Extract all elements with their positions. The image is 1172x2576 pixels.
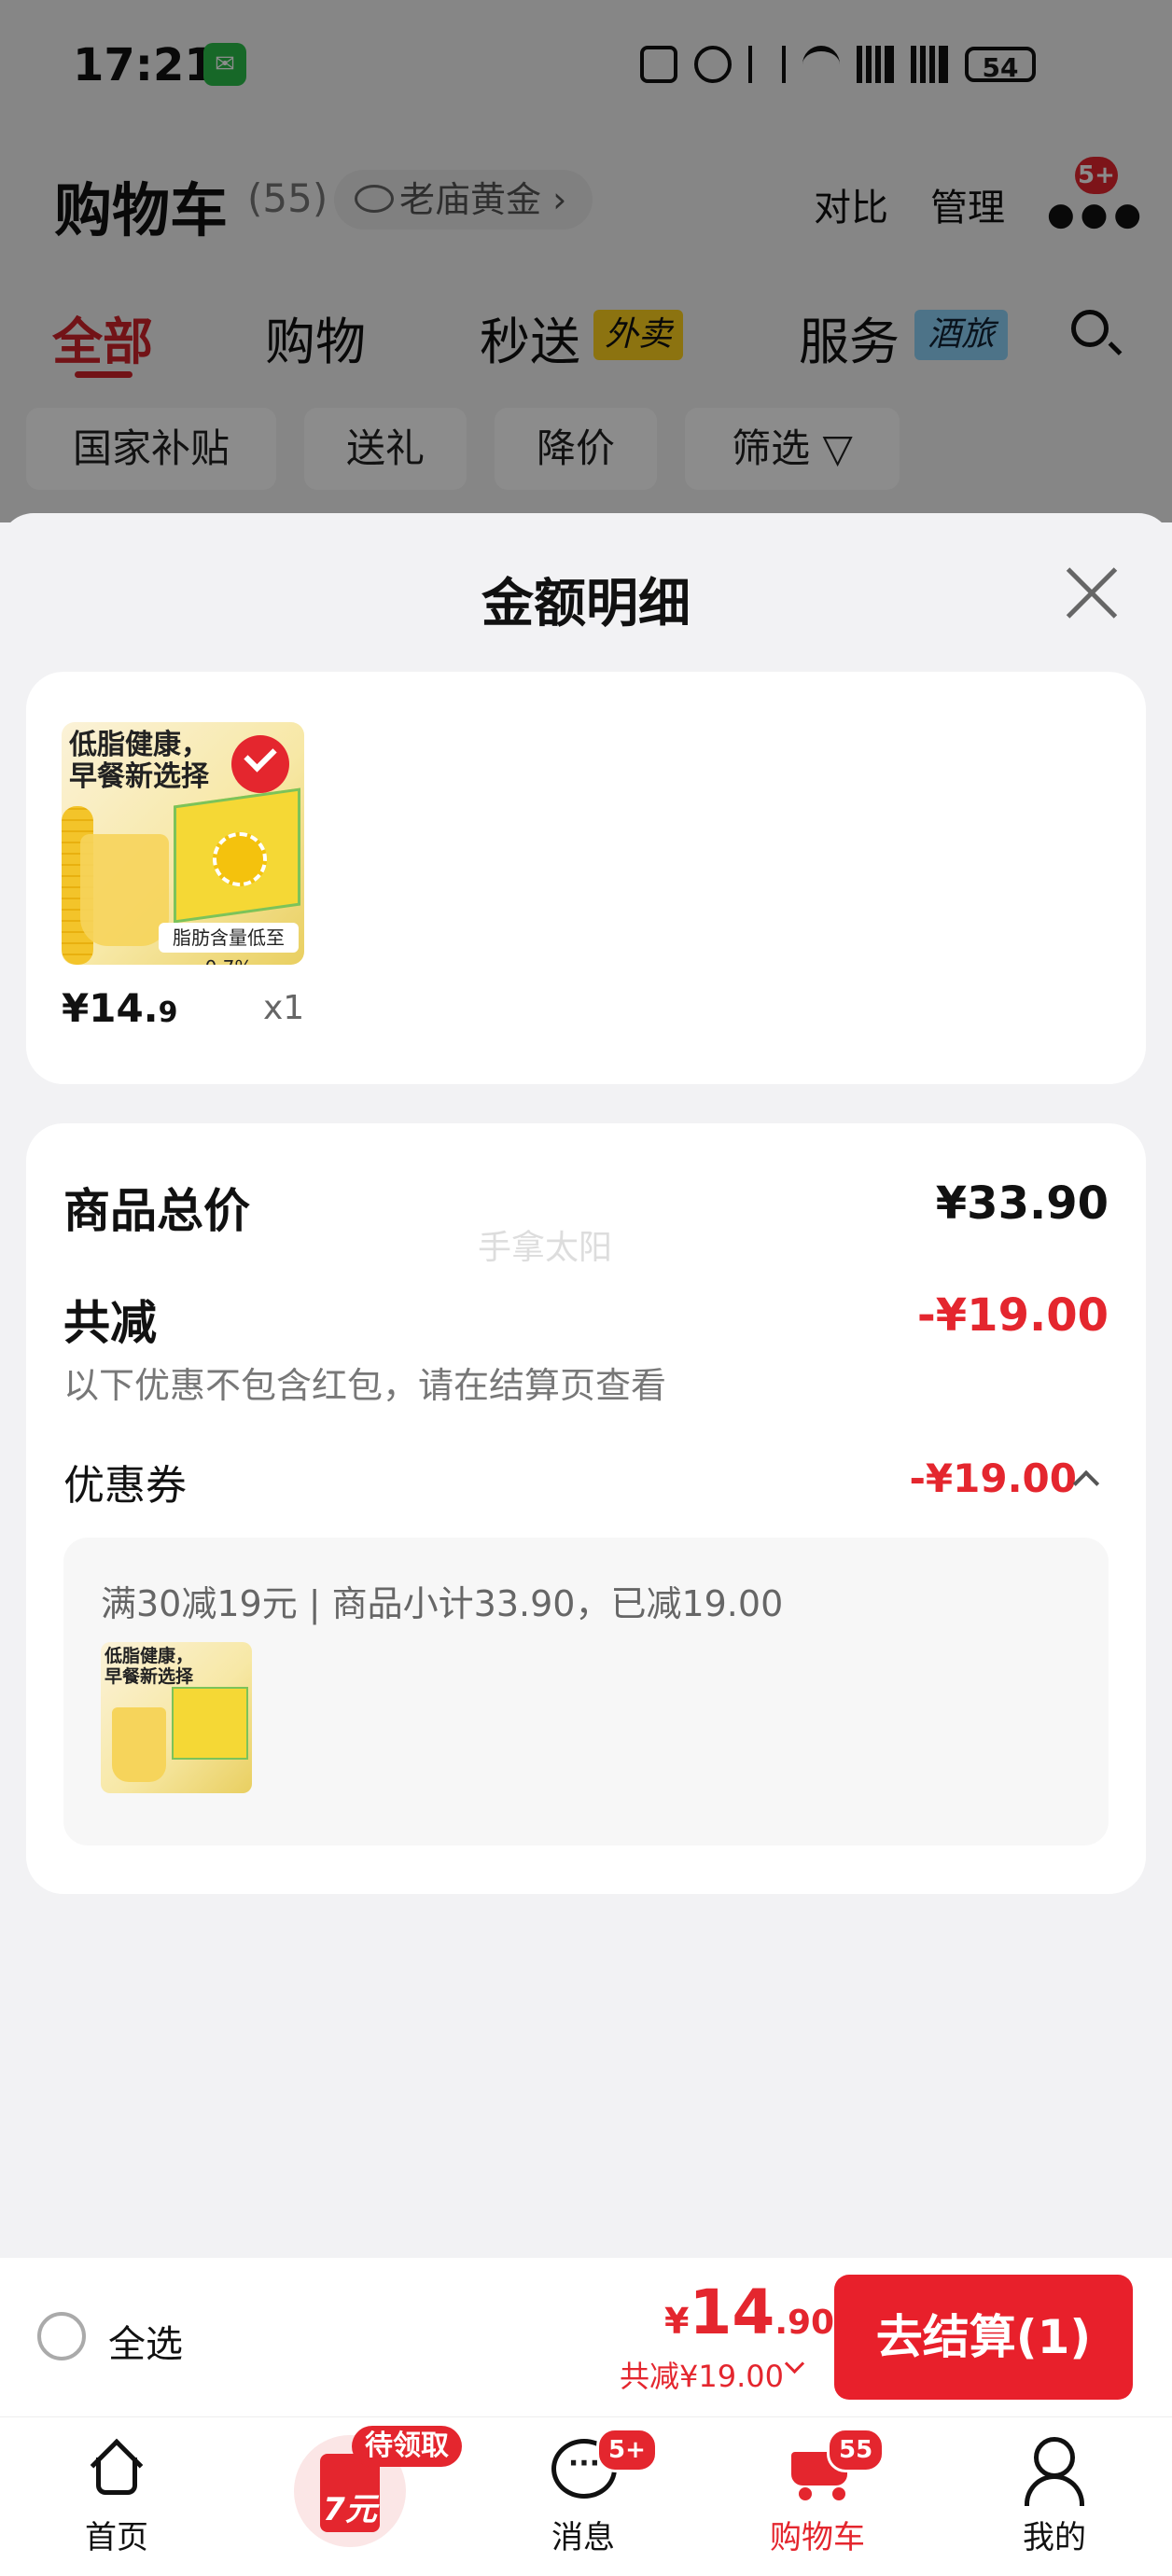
red-packet-tag: 待领取 xyxy=(352,2426,462,2467)
total-label: 商品总价 xyxy=(63,1184,250,1238)
select-all-radio[interactable] xyxy=(37,2312,86,2360)
package-graphic xyxy=(172,1687,248,1760)
coupon-product-thumbnail: 低脂健康，早餐新选择 xyxy=(101,1642,252,1793)
currency-symbol: ¥ xyxy=(664,2301,690,2342)
cart-badge: 55 xyxy=(827,2428,886,2472)
glass-graphic xyxy=(112,1707,166,1782)
coupon-value[interactable]: -¥19.00 xyxy=(909,1455,1077,1501)
discount-hint: 以下优惠不包含红包，请在结算页查看 xyxy=(63,1365,667,1406)
nav-messages-label: 消息 xyxy=(551,2519,615,2556)
sun-graphic xyxy=(213,832,267,886)
thumbnail-text: 低脂健康，早餐新选择 xyxy=(105,1646,194,1687)
coupon-label[interactable]: 优惠券 xyxy=(63,1452,187,1511)
nav-home-label: 首页 xyxy=(85,2519,148,2556)
checkout-total-int: 14 xyxy=(689,2277,775,2348)
checkout-total: ¥14.90 xyxy=(664,2277,834,2348)
saved-amount[interactable]: 共减¥19.00 xyxy=(620,2353,784,2396)
total-value: ¥33.90 xyxy=(935,1177,1109,1230)
glass-graphic xyxy=(80,834,169,946)
checkout-button[interactable]: 去结算(1) xyxy=(834,2275,1133,2400)
messages-badge: 5+ xyxy=(596,2428,658,2472)
product-qty: x1 xyxy=(263,989,305,1027)
nav-item-cart[interactable]: 55 购物车 xyxy=(724,2416,911,2575)
watermark-text: 手拿太阳 xyxy=(478,1229,613,1267)
reduce-label: 共减 xyxy=(63,1296,157,1350)
nav-me-label: 我的 xyxy=(1023,2519,1086,2556)
sheet-title: 金额明细 xyxy=(481,574,691,634)
selected-check-icon[interactable] xyxy=(231,735,289,793)
product-price-int: ¥14. xyxy=(62,985,159,1031)
reduce-value: -¥19.00 xyxy=(916,1289,1109,1342)
dim-overlay[interactable] xyxy=(0,0,1172,522)
nav-item-red-packet[interactable]: 7元 待领取 xyxy=(257,2416,462,2575)
product-price-dec: 9 xyxy=(158,996,178,1029)
close-icon[interactable] xyxy=(1064,565,1120,621)
user-icon xyxy=(1025,2437,1084,2506)
nav-item-messages[interactable]: ··· 5+ 消息 xyxy=(490,2416,677,2575)
product-price: ¥14.9 xyxy=(62,985,178,1031)
product-image-text: 低脂健康，早餐新选择 xyxy=(69,729,209,793)
select-all-label[interactable]: 全选 xyxy=(108,2314,183,2368)
product-image-badge: 脂肪含量低至0.7% xyxy=(159,923,299,965)
home-icon xyxy=(89,2443,145,2495)
nav-item-home[interactable]: 首页 xyxy=(23,2416,210,2575)
nav-cart-label: 购物车 xyxy=(770,2519,865,2556)
nav-item-me[interactable]: 我的 xyxy=(961,2416,1148,2575)
checkout-total-dec: .90 xyxy=(774,2304,835,2342)
coupon-desc: 满30减19元 | 商品小计33.90，已减19.00 xyxy=(101,1583,784,1624)
